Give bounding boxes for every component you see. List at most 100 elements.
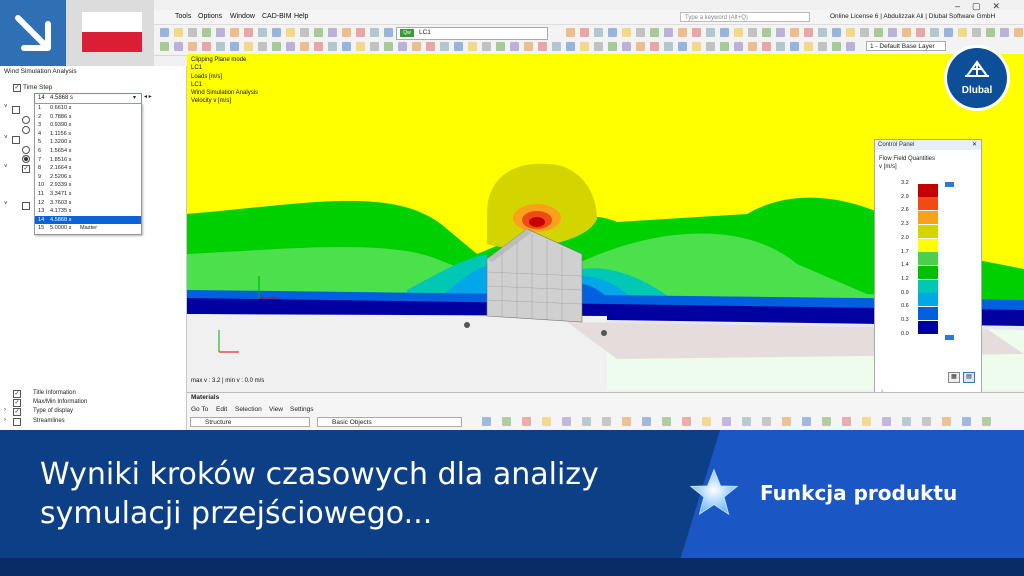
toolbar-button[interactable] (678, 28, 687, 37)
materials-toolbar-button[interactable] (702, 417, 711, 426)
objects-select[interactable]: Basic Objects (317, 417, 462, 427)
toolbar-button[interactable] (468, 42, 477, 51)
materials-toolbar-button[interactable] (502, 417, 511, 426)
menu-selection[interactable]: Selection (235, 406, 262, 413)
toolbar-button[interactable] (902, 28, 911, 37)
expand-chevron-icon[interactable]: › (4, 417, 6, 423)
toolbar-button[interactable] (384, 28, 393, 37)
toolbar-button[interactable] (748, 42, 757, 51)
expand-chevron-icon[interactable]: ˅ (4, 201, 8, 207)
toolbar-button[interactable] (286, 42, 295, 51)
materials-toolbar-button[interactable] (962, 417, 971, 426)
time-step-checkbox[interactable]: ✓ (13, 84, 21, 92)
toolbar-button[interactable] (538, 42, 547, 51)
toolbar-button[interactable] (608, 42, 617, 51)
toolbar-button[interactable] (286, 28, 295, 37)
toolbar-button[interactable] (202, 42, 211, 51)
toolbar-button[interactable] (790, 28, 799, 37)
materials-toolbar-button[interactable] (942, 417, 951, 426)
streamlines-checkbox[interactable] (13, 418, 21, 426)
toolbar-button[interactable] (384, 42, 393, 51)
expand-chevron-icon[interactable]: ˅ (4, 135, 8, 141)
time-step-item[interactable]: 1 0.6610 s (35, 104, 141, 113)
toolbar-button[interactable] (314, 42, 323, 51)
materials-toolbar-button[interactable] (642, 417, 651, 426)
layer-select[interactable]: 1 - Default Base Layer (866, 41, 946, 51)
toolbar-button[interactable] (776, 28, 785, 37)
toolbar-button[interactable] (650, 28, 659, 37)
toolbar-button[interactable] (650, 42, 659, 51)
menu-cad-bim[interactable]: CAD-BIM (262, 13, 292, 20)
time-step-item[interactable]: 3 0.9390 s (35, 121, 141, 130)
toolbar-button[interactable] (244, 42, 253, 51)
panel-legend-icon[interactable]: ▤ (963, 372, 975, 383)
search-input[interactable]: Type a keyword (Alt+Q) (680, 12, 810, 22)
title-info-checkbox[interactable]: ✓ (13, 390, 21, 398)
toolbar-button[interactable] (888, 28, 897, 37)
materials-toolbar-button[interactable] (822, 417, 831, 426)
toolbar-button[interactable] (818, 42, 827, 51)
toolbar-button[interactable] (972, 28, 981, 37)
tree-checkbox[interactable] (12, 106, 20, 114)
time-step-item[interactable]: 13 4.1735 s (35, 207, 141, 216)
toolbar-button[interactable] (622, 42, 631, 51)
toolbar-button[interactable] (300, 42, 309, 51)
toolbar-button[interactable] (566, 42, 575, 51)
toolbar-button[interactable] (174, 28, 183, 37)
toolbar-button[interactable] (426, 42, 435, 51)
toolbar-button[interactable] (328, 42, 337, 51)
materials-toolbar-button[interactable] (542, 417, 551, 426)
toolbar-button[interactable] (944, 28, 953, 37)
toolbar-button[interactable] (776, 42, 785, 51)
toolbar-button[interactable] (412, 42, 421, 51)
time-step-item[interactable]: 4 1.1156 s (35, 130, 141, 139)
tree-radio[interactable] (22, 116, 30, 124)
toolbar-button[interactable] (916, 28, 925, 37)
toolbar-button[interactable] (622, 28, 631, 37)
time-step-item[interactable]: 2 0.7886 s (35, 113, 141, 122)
menu-options[interactable]: Options (198, 13, 222, 20)
toolbar-button[interactable] (692, 42, 701, 51)
maxmin-info-checkbox[interactable]: ✓ (13, 399, 21, 407)
toolbar-button[interactable] (804, 28, 813, 37)
toolbar-button[interactable] (230, 28, 239, 37)
materials-toolbar-button[interactable] (582, 417, 591, 426)
step-prev-next-arrows[interactable]: ◂ ▸ (144, 93, 152, 100)
toolbar-button[interactable] (720, 28, 729, 37)
time-step-item[interactable]: 15 5.0000 s Master (35, 224, 141, 233)
time-step-item[interactable]: 11 3.3471 s (35, 190, 141, 199)
menu-view[interactable]: View (269, 406, 283, 413)
toolbar-button[interactable] (804, 42, 813, 51)
materials-toolbar-button[interactable] (882, 417, 891, 426)
toolbar-button[interactable] (636, 28, 645, 37)
materials-toolbar-button[interactable] (982, 417, 991, 426)
toolbar-button[interactable] (272, 28, 281, 37)
tree-radio[interactable] (22, 146, 30, 154)
materials-toolbar-button[interactable] (722, 417, 731, 426)
toolbar-button[interactable] (678, 42, 687, 51)
toolbar-button[interactable] (174, 42, 183, 51)
display-type-checkbox[interactable]: ✓ (13, 408, 21, 416)
loadcase-select[interactable]: Qw LC1 (396, 27, 548, 40)
toolbar-button[interactable] (188, 28, 197, 37)
toolbar-button[interactable] (258, 42, 267, 51)
scale-max-handle[interactable] (945, 182, 954, 187)
toolbar-button[interactable] (832, 28, 841, 37)
materials-toolbar-button[interactable] (602, 417, 611, 426)
close-icon[interactable]: ✕ (972, 141, 977, 148)
toolbar-button[interactable] (216, 42, 225, 51)
toolbar-button[interactable] (370, 28, 379, 37)
time-step-item[interactable]: 9 2.5206 s (35, 173, 141, 182)
toolbar-button[interactable] (160, 42, 169, 51)
menu-tools[interactable]: Tools (175, 13, 191, 20)
toolbar-button[interactable] (762, 42, 771, 51)
time-step-item[interactable]: 12 3.7603 s (35, 199, 141, 208)
menu-go-to[interactable]: Go To (191, 406, 208, 413)
toolbar-button[interactable] (342, 28, 351, 37)
time-step-item[interactable]: 5 1.3200 s (35, 138, 141, 147)
toolbar-button[interactable] (594, 28, 603, 37)
toolbar-button[interactable] (566, 28, 575, 37)
toolbar-button[interactable] (790, 42, 799, 51)
toolbar-button[interactable] (734, 28, 743, 37)
time-step-item[interactable]: 8 2.1664 s (35, 164, 141, 173)
